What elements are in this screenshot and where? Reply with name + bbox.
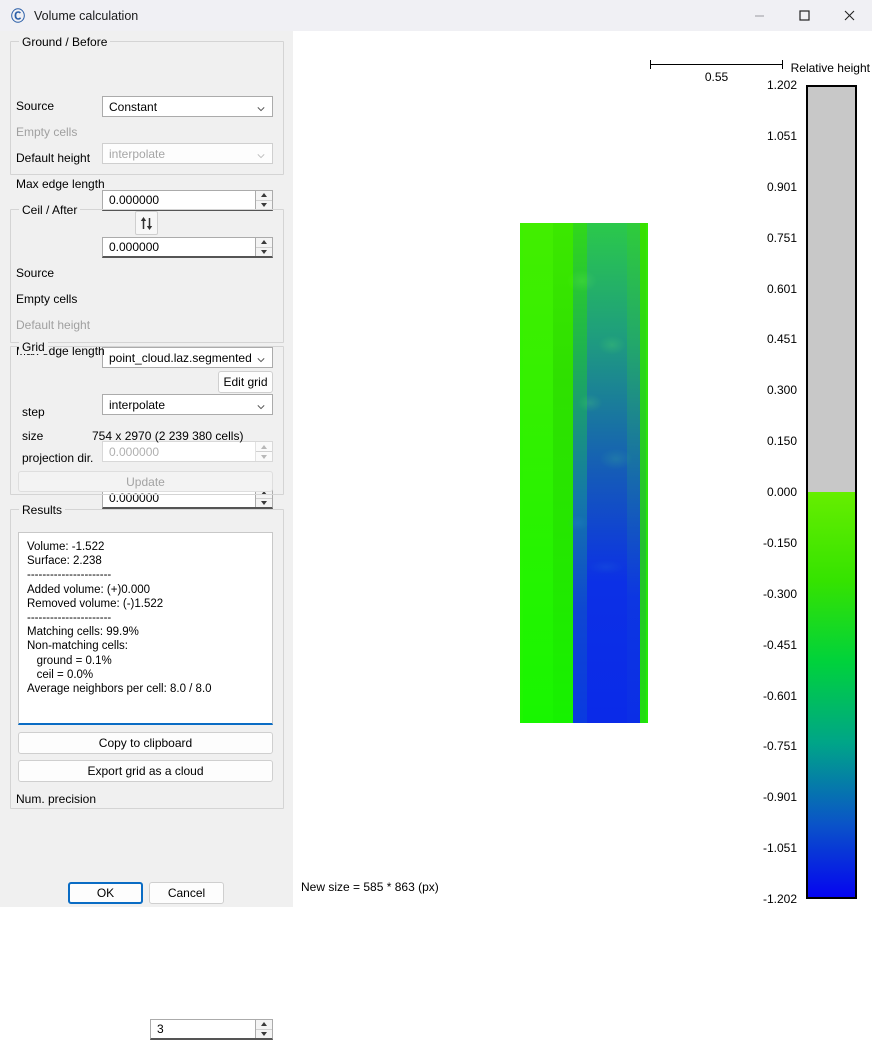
export-grid-button[interactable]: Export grid as a cloud — [18, 760, 273, 782]
color-scale-tick: -0.300 — [763, 587, 797, 601]
window-controls — [737, 0, 872, 31]
ground-default-height-spinner[interactable] — [255, 191, 272, 209]
new-size-label: New size = 585 * 863 (px) — [301, 880, 439, 894]
grid-size-label: size — [22, 429, 43, 443]
num-precision-input[interactable]: 3 — [150, 1019, 273, 1040]
ceil-empty-cells-label: Empty cells — [16, 292, 77, 306]
ok-label: OK — [97, 886, 114, 900]
ceil-after-legend: Ceil / After — [19, 203, 80, 217]
ground-default-height-label: Default height — [16, 151, 90, 165]
color-scale-tick: 0.451 — [767, 332, 797, 346]
grid-projection-label: projection dir. — [22, 451, 93, 465]
num-precision-label: Num. precision — [16, 792, 96, 806]
color-scale-tick: -0.751 — [763, 739, 797, 753]
ceil-default-height-label: Default height — [16, 318, 90, 332]
grid-size-value: 754 x 2970 (2 239 380 cells) — [92, 429, 243, 443]
results-textarea[interactable]: Volume: -1.522 Surface: 2.238 ----------… — [18, 532, 273, 725]
color-scale-bar — [806, 85, 857, 899]
maximize-button[interactable] — [782, 0, 827, 31]
scale-bar-line — [650, 64, 783, 65]
color-scale-tick: 0.751 — [767, 231, 797, 245]
color-scale-tick: 0.901 — [767, 180, 797, 194]
scale-bar-tick-left — [650, 60, 651, 69]
chevron-down-icon — [257, 105, 265, 113]
spin-up-button[interactable] — [256, 191, 272, 201]
edit-grid-label: Edit grid — [223, 375, 267, 389]
num-precision-spinner[interactable] — [255, 1020, 272, 1038]
close-button[interactable] — [827, 0, 872, 31]
color-scale-tick: -0.451 — [763, 638, 797, 652]
ground-source-label: Source — [16, 99, 54, 113]
scale-bar-label: 0.55 — [650, 70, 783, 84]
color-scale-tick: -1.202 — [763, 892, 797, 906]
copy-to-clipboard-button[interactable]: Copy to clipboard — [18, 732, 273, 754]
minimize-button[interactable] — [737, 0, 782, 31]
ground-default-height-value: 0.000000 — [109, 193, 159, 207]
color-scale-tick: -0.901 — [763, 790, 797, 804]
color-scale-tick: 0.601 — [767, 282, 797, 296]
spin-down-button[interactable] — [256, 1030, 272, 1039]
results-legend: Results — [19, 503, 65, 517]
update-button[interactable]: Update — [18, 471, 273, 492]
ground-source-value: Constant — [109, 100, 157, 114]
color-scale-tick: -0.150 — [763, 536, 797, 550]
window-titlebar: Ⓒ Volume calculation — [0, 0, 872, 31]
app-icon: Ⓒ — [9, 7, 27, 25]
ground-default-height-input[interactable]: 0.000000 — [102, 190, 273, 211]
ceil-source-label: Source — [16, 266, 54, 280]
ground-source-combo[interactable]: Constant — [102, 96, 273, 117]
point-cloud-render — [520, 223, 648, 723]
cancel-label: Cancel — [168, 886, 205, 900]
spin-down-button[interactable] — [256, 201, 272, 210]
grid-legend: Grid — [19, 340, 48, 354]
update-label: Update — [126, 475, 165, 489]
ground-empty-cells-value: interpolate — [109, 147, 165, 161]
color-scale-tick: 0.150 — [767, 434, 797, 448]
ground-empty-cells-label: Empty cells — [16, 125, 77, 139]
color-scale-tick: -1.051 — [763, 841, 797, 855]
settings-panel: Ground / Before Source Constant Empty ce… — [0, 31, 293, 907]
grid-step-label: step — [22, 405, 45, 419]
color-scale-saturated-segment — [808, 87, 855, 492]
color-scale-tick: 0.000 — [767, 485, 797, 499]
ground-before-legend: Ground / Before — [19, 35, 110, 49]
color-scale-tick: 1.051 — [767, 129, 797, 143]
color-scale-gradient-segment — [808, 492, 855, 897]
color-scale-title: Relative height — [791, 61, 870, 75]
num-precision-value: 3 — [157, 1022, 164, 1036]
spin-down-button[interactable] — [256, 499, 272, 508]
color-scale-tick: -0.601 — [763, 689, 797, 703]
spin-up-button[interactable] — [256, 1020, 272, 1030]
cancel-button[interactable]: Cancel — [149, 882, 224, 904]
copy-to-clipboard-label: Copy to clipboard — [99, 736, 192, 750]
ground-max-edge-label: Max edge length — [16, 177, 105, 191]
edit-grid-button[interactable]: Edit grid — [218, 371, 273, 393]
render-view[interactable]: Relative height 1.202 1.051 0.901 0.751 … — [293, 31, 872, 907]
ground-empty-cells-combo: interpolate — [102, 143, 273, 164]
scale-bar-tick-right — [782, 60, 783, 69]
export-grid-label: Export grid as a cloud — [87, 764, 203, 778]
color-scale-tick: 0.300 — [767, 383, 797, 397]
ok-button[interactable]: OK — [68, 882, 143, 904]
color-scale-ticks: 1.202 1.051 0.901 0.751 0.601 0.451 0.30… — [713, 85, 801, 899]
cloud-noise-overlay — [520, 223, 648, 723]
chevron-down-icon — [257, 152, 265, 160]
window-title: Volume calculation — [34, 9, 138, 23]
